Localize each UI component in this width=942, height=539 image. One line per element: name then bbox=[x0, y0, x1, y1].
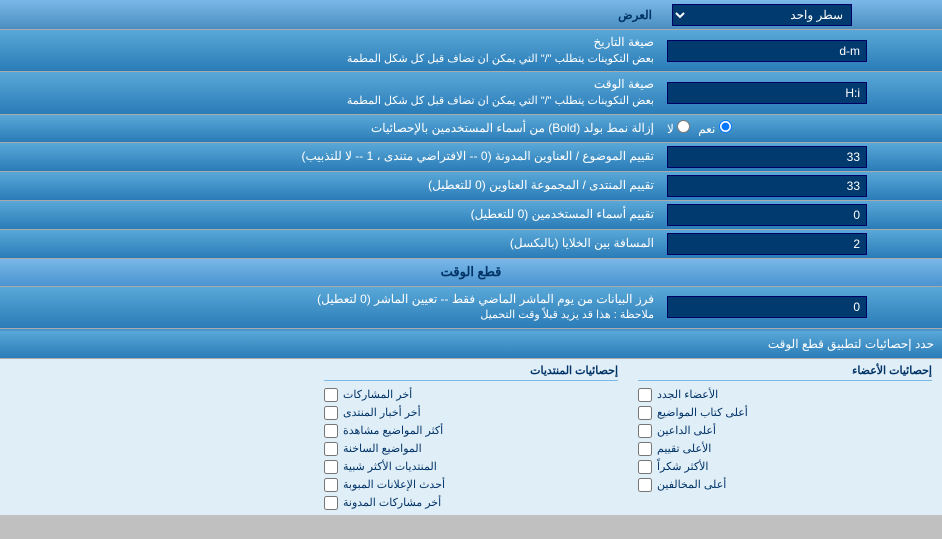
bold-remove-label: إزالة نمط بولد (Bold) من أسماء المستخدمي… bbox=[0, 116, 662, 141]
users-order-input-cell bbox=[662, 201, 942, 229]
bold-remove-radio-cell: نعم لا bbox=[662, 117, 942, 139]
new-members-label: الأعضاء الجدد bbox=[657, 388, 718, 401]
blog-posts-label: أخر مشاركات المدونة bbox=[343, 496, 441, 509]
bold-radio-group: نعم لا bbox=[667, 120, 732, 136]
stats-header-row: حدد إحصائيات لتطبيق قطع الوقت bbox=[0, 331, 942, 359]
radio-no-label: لا bbox=[667, 120, 690, 136]
last-posts-item: أخر المشاركات bbox=[324, 388, 618, 402]
hot-topics-checkbox[interactable] bbox=[324, 442, 338, 456]
checkbox-columns: إحصائيات الأعضاء الأعضاء الجدد أعلى كتاب… bbox=[0, 359, 942, 515]
most-thanked-item: الأكثر شكراً bbox=[638, 460, 932, 474]
users-order-label: تقييم أسماء المستخدمين (0 للتعطيل) bbox=[0, 202, 662, 227]
users-order-row: تقييم أسماء المستخدمين (0 للتعطيل) bbox=[0, 201, 942, 230]
single-line-cell: سطر واحد bbox=[662, 1, 942, 29]
radio-yes[interactable] bbox=[719, 120, 732, 133]
similar-forums-item: المنتديات الأكثر شبية bbox=[324, 460, 618, 474]
most-thanked-label: الأكثر شكراً bbox=[657, 460, 708, 473]
cutoff-input[interactable] bbox=[667, 296, 867, 318]
spacing-row: المسافة بين الخلايا (بالبكسل) bbox=[0, 230, 942, 259]
spacing-input-cell bbox=[662, 230, 942, 258]
users-order-input[interactable] bbox=[667, 204, 867, 226]
time-format-input[interactable] bbox=[667, 82, 867, 104]
cutoff-row: فرز البيانات من يوم الماشر الماضي فقط --… bbox=[0, 287, 942, 329]
top-inviters-label: أعلى الداعين bbox=[657, 424, 716, 437]
radio-yes-label: نعم bbox=[698, 120, 731, 136]
time-format-label: صيغة الوقت بعض التكوينات يتطلب "/" التي … bbox=[0, 72, 662, 113]
most-viewed-checkbox[interactable] bbox=[324, 424, 338, 438]
topics-order-row: تقييم الموضوع / العناوين المدونة (0 -- ا… bbox=[0, 143, 942, 172]
display-select[interactable]: سطر واحد bbox=[672, 4, 852, 26]
forum-order-input[interactable] bbox=[667, 175, 867, 197]
topics-order-input-cell bbox=[662, 143, 942, 171]
forum-news-checkbox[interactable] bbox=[324, 406, 338, 420]
latest-classifieds-item: أحدث الإعلانات المبوبة bbox=[324, 478, 618, 492]
top-inviters-item: أعلى الداعين bbox=[638, 424, 932, 438]
header-row: العرض سطر واحد bbox=[0, 0, 942, 30]
most-viewed-item: أكثر المواضيع مشاهدة bbox=[324, 424, 618, 438]
forum-order-input-cell bbox=[662, 172, 942, 200]
forum-news-item: أخر أخبار المنتدى bbox=[324, 406, 618, 420]
most-viewed-label: أكثر المواضيع مشاهدة bbox=[343, 424, 443, 437]
forum-news-label: أخر أخبار المنتدى bbox=[343, 406, 421, 419]
display-label: العرض bbox=[0, 4, 662, 26]
date-format-input[interactable] bbox=[667, 40, 867, 62]
forums-stats-col: إحصائيات المنتديات أخر المشاركات أخر أخب… bbox=[314, 364, 628, 510]
hot-topics-item: المواضيع الساخنة bbox=[324, 442, 618, 456]
top-topic-writers-checkbox[interactable] bbox=[638, 406, 652, 420]
most-thanked-checkbox[interactable] bbox=[638, 460, 652, 474]
last-posts-label: أخر المشاركات bbox=[343, 388, 412, 401]
top-inviters-checkbox[interactable] bbox=[638, 424, 652, 438]
forums-col-header: إحصائيات المنتديات bbox=[324, 364, 618, 381]
members-col-header: إحصائيات الأعضاء bbox=[638, 364, 932, 381]
top-violators-label: أعلى المخالفين bbox=[657, 478, 726, 491]
top-topic-writers-label: أعلى كتاب المواضيع bbox=[657, 406, 748, 419]
last-posts-checkbox[interactable] bbox=[324, 388, 338, 402]
new-members-item: الأعضاء الجدد bbox=[638, 388, 932, 402]
forum-order-label: تقييم المنتدى / المجموعة العناوين (0 للت… bbox=[0, 173, 662, 198]
cutoff-label: فرز البيانات من يوم الماشر الماضي فقط --… bbox=[0, 287, 662, 328]
cutoff-input-cell bbox=[662, 293, 942, 321]
radio-no[interactable] bbox=[677, 120, 690, 133]
empty-col bbox=[0, 364, 314, 510]
spacing-input[interactable] bbox=[667, 233, 867, 255]
topics-order-label: تقييم الموضوع / العناوين المدونة (0 -- ا… bbox=[0, 144, 662, 169]
cutoff-title: قطع الوقت bbox=[431, 259, 512, 285]
hot-topics-label: المواضيع الساخنة bbox=[343, 442, 422, 455]
highest-rated-item: الأعلى تقييم bbox=[638, 442, 932, 456]
highest-rated-checkbox[interactable] bbox=[638, 442, 652, 456]
blog-posts-item: أخر مشاركات المدونة bbox=[324, 496, 618, 510]
top-topic-writers-item: أعلى كتاب المواضيع bbox=[638, 406, 932, 420]
forum-order-row: تقييم المنتدى / المجموعة العناوين (0 للت… bbox=[0, 172, 942, 201]
cutoff-section-header: قطع الوقت bbox=[0, 259, 942, 287]
top-violators-checkbox[interactable] bbox=[638, 478, 652, 492]
bold-remove-row: إزالة نمط بولد (Bold) من أسماء المستخدمي… bbox=[0, 115, 942, 143]
spacing-label: المسافة بين الخلايا (بالبكسل) bbox=[0, 231, 662, 256]
topics-order-input[interactable] bbox=[667, 146, 867, 168]
time-format-row: صيغة الوقت بعض التكوينات يتطلب "/" التي … bbox=[0, 72, 942, 114]
similar-forums-label: المنتديات الأكثر شبية bbox=[343, 460, 437, 473]
stats-section: حدد إحصائيات لتطبيق قطع الوقت إحصائيات ا… bbox=[0, 329, 942, 515]
time-format-input-cell bbox=[662, 79, 942, 107]
highest-rated-label: الأعلى تقييم bbox=[657, 442, 711, 455]
stats-apply-label: حدد إحصائيات لتطبيق قطع الوقت bbox=[0, 333, 942, 355]
date-format-row: صيغة التاريخ بعض التكوينات يتطلب "/" الت… bbox=[0, 30, 942, 72]
latest-classifieds-label: أحدث الإعلانات المبوبة bbox=[343, 478, 445, 491]
new-members-checkbox[interactable] bbox=[638, 388, 652, 402]
date-format-label: صيغة التاريخ بعض التكوينات يتطلب "/" الت… bbox=[0, 30, 662, 71]
date-format-input-cell bbox=[662, 37, 942, 65]
top-violators-item: أعلى المخالفين bbox=[638, 478, 932, 492]
blog-posts-checkbox[interactable] bbox=[324, 496, 338, 510]
members-stats-col: إحصائيات الأعضاء الأعضاء الجدد أعلى كتاب… bbox=[628, 364, 942, 510]
latest-classifieds-checkbox[interactable] bbox=[324, 478, 338, 492]
similar-forums-checkbox[interactable] bbox=[324, 460, 338, 474]
